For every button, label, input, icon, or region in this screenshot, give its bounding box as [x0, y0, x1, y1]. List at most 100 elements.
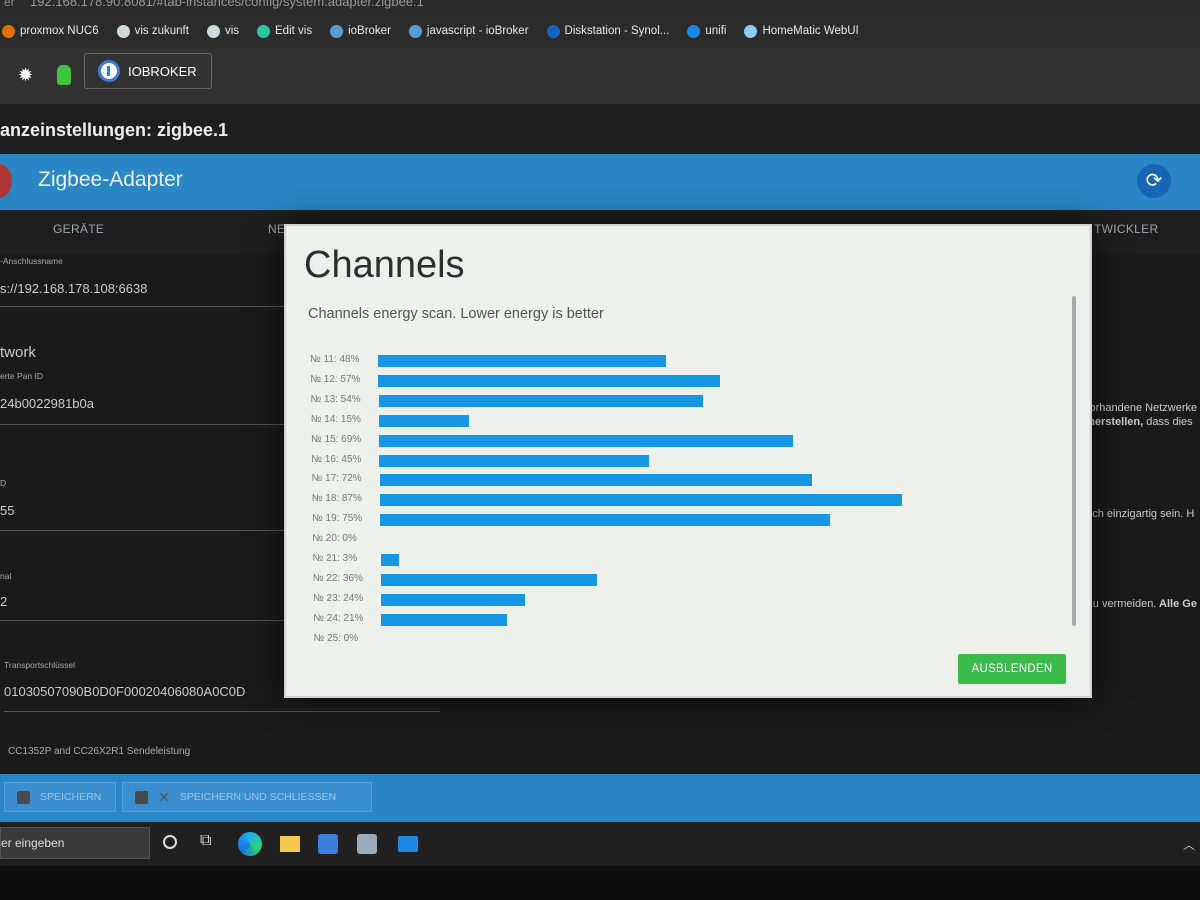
port-field[interactable]: s://192.168.178.108:6638 [0, 281, 147, 296]
info-text-bold: Alle Ge [1156, 598, 1197, 610]
transport-key-field[interactable]: 01030507090B0D0F00020406080A0C0D [4, 684, 245, 699]
bookmark-label: Edit vis [275, 25, 313, 37]
info-text: vorhandene Netzwerke [1084, 402, 1198, 414]
divider [0, 530, 290, 531]
divider [4, 711, 440, 712]
channel-bar [379, 474, 812, 487]
address-url[interactable]: 192.168.178.90:8081/#tab-instances/confi… [30, 0, 424, 9]
taskbar-search-input[interactable]: er eingeben [0, 827, 150, 859]
proxmox-icon [2, 24, 15, 38]
save-button-label: SPEICHERN [40, 791, 102, 803]
scrollbar[interactable] [1072, 296, 1076, 626]
tab-network[interactable]: NE [268, 222, 285, 236]
channel-bar [379, 434, 793, 447]
address-bar[interactable]: er 192.168.178.90:8081/#tab-instances/co… [0, 0, 1200, 14]
divider [0, 306, 290, 307]
bookmark-label: unifi [705, 25, 727, 37]
info-text: dass dies [1143, 416, 1193, 428]
file-explorer-icon[interactable] [280, 836, 300, 852]
id-label: D [0, 478, 7, 488]
save-button[interactable]: SPEICHERN [4, 782, 116, 812]
channel-label: № 12: 57% [310, 373, 361, 385]
channel-bar [378, 355, 666, 367]
channel-label: № 16: 45% [311, 453, 362, 465]
adapter-header: Zigbee-Adapter ⟳ [0, 154, 1200, 210]
page-title: anzeinstellungen: zigbee.1 [0, 104, 1200, 154]
channel-label: № 17: 72% [311, 473, 362, 485]
brightness-icon[interactable]: ✹ [18, 66, 36, 84]
network-heading: twork [0, 344, 36, 361]
bookmark-item[interactable]: proxmox NUC6 [2, 24, 99, 38]
iobroker-topbar: ✹ IOBROKER [0, 48, 1200, 104]
hide-button[interactable]: AUSBLENDEN [958, 654, 1066, 684]
bookmark-item[interactable]: javascript - ioBroker [408, 24, 529, 38]
cortana-icon[interactable] [163, 835, 177, 849]
channel-bar [378, 374, 721, 387]
info-text: auch einzigartig sein. H [1080, 508, 1195, 520]
dsm-icon [546, 24, 560, 38]
channel-label: № 13: 54% [310, 393, 361, 405]
chevron-up-icon[interactable]: ︿ [1183, 836, 1195, 853]
floppy-icon [135, 790, 148, 804]
bookmark-label: vis zukunft [134, 25, 189, 37]
channel-field[interactable]: 2 [0, 594, 7, 609]
expert-mode-icon[interactable] [57, 65, 71, 85]
pan-id-field[interactable]: 24b0022981b0a [0, 396, 94, 411]
bookmark-item[interactable]: Edit vis [257, 24, 313, 38]
cloud-icon [206, 24, 220, 38]
channel-label: № 23: 24% [313, 592, 364, 604]
tx-power-label: CC1352P and CC26X2R1 Sendeleistung [8, 746, 191, 757]
store-icon[interactable] [318, 834, 338, 854]
channel-bar [379, 454, 650, 467]
bookmark-label: proxmox NUC6 [20, 25, 99, 37]
port-label: -Anschlussname [0, 256, 63, 266]
pan-id-label: erte Pan ID [0, 371, 43, 381]
channel-label: № 25: 0% [313, 632, 359, 644]
channel-bar [380, 514, 830, 527]
transport-key-label: Transportschlüssel [4, 660, 76, 670]
channel-label: № 22: 36% [312, 572, 363, 584]
channel-bar [380, 573, 597, 586]
bookmark-item[interactable]: Diskstation - Synol... [546, 24, 669, 38]
windows-taskbar: er eingeben ⧉ ︿ [0, 822, 1200, 866]
divider [0, 424, 290, 425]
tab-devices[interactable]: GERÄTE [53, 222, 104, 236]
channel-label: № 24: 21% [313, 612, 364, 624]
homematic-icon [744, 24, 758, 38]
save-and-close-label: SPEICHERN UND SCHLIESSEN [179, 791, 337, 803]
iobroker-home-button[interactable]: IOBROKER [84, 53, 212, 89]
cloud-icon [116, 24, 130, 38]
channel-label: nal [0, 571, 12, 581]
mail-icon[interactable] [398, 836, 418, 852]
bookmark-item[interactable]: HomeMatic WebUI [744, 24, 859, 38]
task-view-icon[interactable]: ⧉ [200, 832, 220, 852]
channel-bar [378, 414, 469, 427]
refresh-icon[interactable]: ⟳ [1137, 164, 1171, 198]
bookmark-item[interactable]: ioBroker [330, 24, 391, 38]
network-app-icon[interactable] [357, 834, 377, 854]
adapter-title: Zigbee-Adapter [38, 168, 183, 191]
channel-bar [379, 494, 902, 507]
gear-globe-icon [408, 24, 422, 38]
edge-icon[interactable] [238, 832, 262, 856]
channel-label: № 20: 0% [312, 533, 357, 545]
bookmark-label: ioBroker [348, 25, 391, 37]
monitor-bezel [0, 866, 1200, 900]
bookmark-item[interactable]: unifi [687, 24, 727, 38]
tab-developer[interactable]: TWICKLER [1094, 222, 1158, 236]
adapter-logo-icon [0, 164, 12, 198]
bookmark-item[interactable]: vis zukunft [116, 24, 189, 38]
channel-label: № 14: 15% [310, 413, 361, 425]
bookmark-label: vis [224, 25, 239, 37]
address-prefix: er [4, 0, 15, 9]
bookmark-label: HomeMatic WebUI [762, 25, 859, 37]
save-and-close-button[interactable]: ✕ SPEICHERN UND SCHLIESSEN [122, 782, 372, 812]
channel-label: № 15: 69% [311, 433, 362, 445]
bookmarks-bar: proxmox NUC6 vis zukunft vis Edit vis ioBrok… [0, 14, 1200, 48]
id-field[interactable]: 55 [0, 503, 14, 518]
iobroker-brand-label: IOBROKER [128, 63, 197, 79]
bookmark-item[interactable]: vis [206, 24, 239, 38]
channel-bar [381, 613, 508, 626]
channel-label: № 11: 48% [310, 354, 360, 365]
bookmark-label: javascript - ioBroker [426, 25, 529, 37]
